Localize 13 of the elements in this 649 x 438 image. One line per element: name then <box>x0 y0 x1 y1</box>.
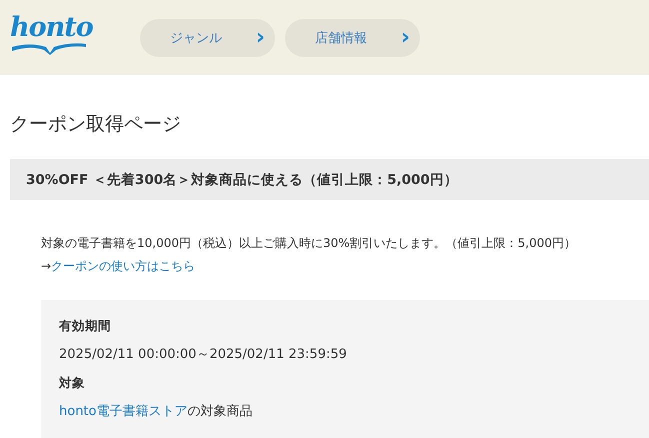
howto-link[interactable]: クーポンの使い方はこちら <box>51 259 196 273</box>
store-link[interactable]: honto電子書籍ストア <box>59 404 188 419</box>
coupon-title: 30%OFF ＜先着300名＞対象商品に使える（値引上限：5,000円） <box>10 159 649 200</box>
nav-button[interactable]: ジャンル › <box>140 18 275 56</box>
nav-button[interactable]: 店舗情報 › <box>285 18 420 56</box>
detail-text: 2025/02/11 00:00:00～2025/02/11 23:59:59 <box>59 346 348 363</box>
detail-heading: 有効期間 <box>59 318 112 335</box>
honto-logo[interactable]: honto <box>10 14 140 55</box>
howto-line: →クーポンの使い方はこちら <box>41 258 196 275</box>
page-title: クーポン取得ページ <box>10 112 182 137</box>
coupon-description: 対象の電子書籍を10,000円（税込）以上ご購入時に30%割引いたします。（値引上限：5,000円） <box>41 235 578 252</box>
detail-heading: 対象 <box>59 375 86 392</box>
detail-text: honto電子書籍ストアの対象商品 <box>59 403 254 420</box>
